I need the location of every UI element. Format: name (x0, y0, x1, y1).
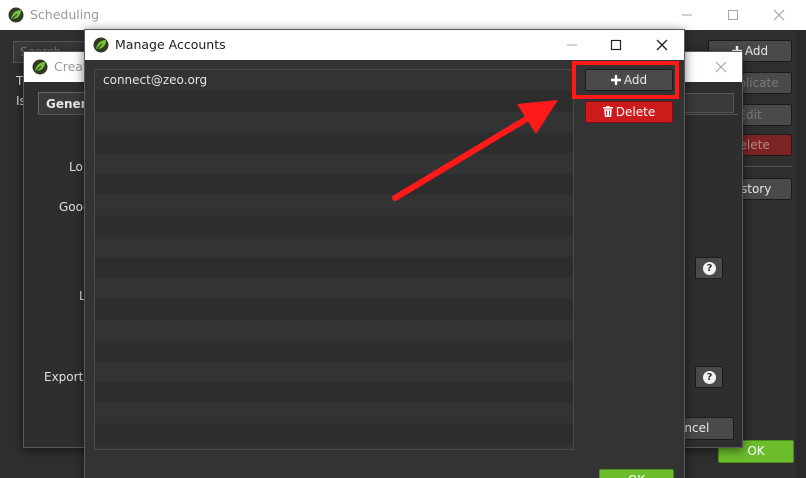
trash-icon (602, 106, 613, 117)
zeo-leaf-icon (8, 7, 24, 23)
accounts-list[interactable]: connect@zeo.org (94, 69, 574, 450)
annotation-highlight-box (572, 61, 679, 99)
delete-account-button[interactable]: Delete (585, 101, 673, 123)
create-help-button-1[interactable]: ? (695, 257, 723, 279)
manage-accounts-minimize-button[interactable] (549, 30, 595, 60)
manage-accounts-maximize-button[interactable] (593, 30, 639, 60)
zeo-leaf-icon (32, 59, 48, 75)
delete-account-label: Delete (615, 105, 656, 119)
zeo-leaf-icon (93, 37, 109, 53)
list-item[interactable]: connect@zeo.org (95, 70, 573, 91)
scheduling-close-button[interactable] (756, 0, 802, 30)
create-help-button-2[interactable]: ? (695, 366, 723, 388)
scheduling-maximize-button[interactable] (710, 0, 756, 30)
question-icon: ? (703, 371, 716, 384)
manage-accounts-close-button[interactable] (639, 30, 684, 60)
create-close-button[interactable] (698, 52, 742, 82)
manage-accounts-ok-label: OK (628, 473, 645, 478)
scheduling-minimize-button[interactable] (664, 0, 710, 30)
scheduling-add-label: Add (744, 44, 769, 58)
create-label-location: Lo (69, 160, 83, 174)
question-icon: ? (703, 262, 716, 275)
scheduling-scrollbar[interactable] (796, 30, 806, 478)
scheduling-title: Scheduling (30, 7, 100, 22)
scheduling-ok-label: OK (747, 444, 765, 458)
manage-accounts-titlebar: Manage Accounts (85, 30, 684, 60)
scheduling-titlebar: Scheduling (0, 0, 806, 30)
manage-accounts-ok-button[interactable]: OK (599, 469, 674, 478)
manage-accounts-title: Manage Accounts (115, 37, 226, 52)
